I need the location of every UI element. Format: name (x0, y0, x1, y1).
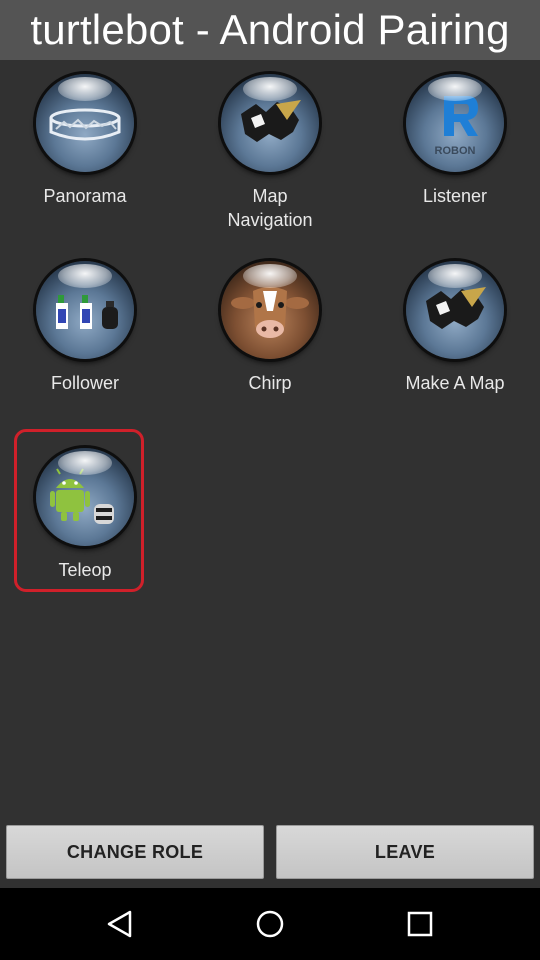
back-icon[interactable] (100, 904, 140, 944)
app-label-follower: Follower (50, 373, 120, 393)
app-map-navigation[interactable]: Map Navigation (180, 74, 360, 232)
map-navigation-icon (221, 74, 319, 172)
page-title: turtlebot - Android Pairing (30, 6, 510, 53)
app-make-a-map[interactable]: Make A Map (365, 261, 540, 395)
leave-button[interactable]: LEAVE (276, 825, 534, 879)
title-bar: turtlebot - Android Pairing (0, 0, 540, 60)
bottom-buttons: CHANGE ROLE LEAVE (0, 825, 540, 879)
system-nav-bar (0, 888, 540, 960)
home-icon[interactable] (250, 904, 290, 944)
make-a-map-icon (406, 261, 504, 359)
app-listener[interactable]: ROBON Listener (365, 74, 540, 208)
follower-icon (36, 261, 134, 359)
teleop-icon (36, 448, 134, 546)
app-panorama[interactable]: Panorama (0, 74, 175, 208)
app-follower[interactable]: Follower (0, 261, 175, 395)
app-chirp[interactable]: Chirp (180, 261, 360, 395)
app-label-chirp: Chirp (248, 373, 292, 393)
app-label-make-a-map: Make A Map (405, 373, 505, 393)
panorama-icon (36, 74, 134, 172)
recents-icon[interactable] (400, 904, 440, 944)
app-label-panorama: Panorama (43, 186, 127, 206)
listener-icon: ROBON (406, 74, 504, 172)
svg-text:ROBON: ROBON (435, 145, 476, 157)
cow-icon (221, 261, 319, 359)
app-screen: turtlebot - Android Pairing Panorama Map… (0, 0, 540, 960)
app-label-listener: Listener (422, 186, 488, 206)
change-role-button[interactable]: CHANGE ROLE (6, 825, 264, 879)
app-label-map-navigation: Map Navigation (227, 186, 313, 230)
